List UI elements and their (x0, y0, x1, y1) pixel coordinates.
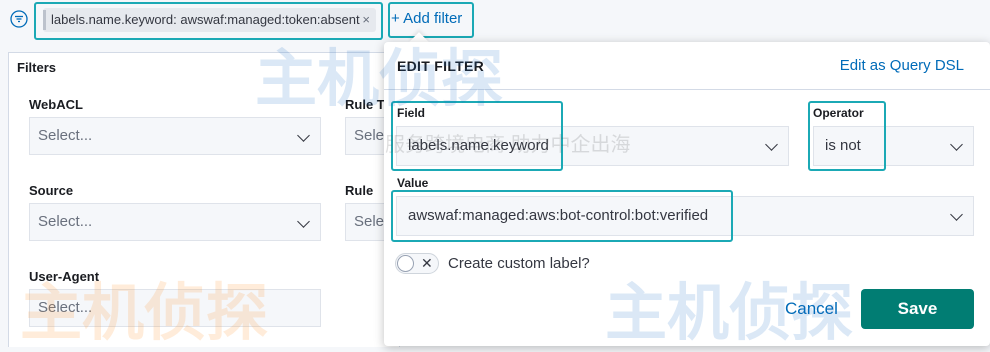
webacl-label: WebACL (29, 97, 83, 112)
webacl-select[interactable]: Select... (29, 117, 321, 155)
filter-bar: labels.name.keyword: awswaf:managed:toke… (0, 0, 990, 42)
filter-icon[interactable] (10, 10, 28, 28)
close-icon[interactable]: × (362, 8, 370, 32)
user-agent-select[interactable]: Select... (29, 289, 321, 327)
source-select[interactable]: Select... (29, 203, 321, 241)
user-agent-placeholder: Select... (38, 299, 93, 316)
cancel-button[interactable]: Cancel (785, 299, 838, 319)
rule-label: Rule (345, 183, 374, 198)
value-highlight (391, 190, 733, 242)
chevron-down-icon (297, 129, 310, 142)
filter-pill[interactable]: labels.name.keyword: awswaf:managed:toke… (43, 8, 376, 32)
chevron-down-icon (950, 208, 963, 221)
popover-title: EDIT FILTER (397, 58, 485, 74)
webacl-placeholder: Select... (38, 127, 93, 144)
value-label: Value (397, 176, 429, 190)
rule-placeholder: Sele (354, 213, 385, 230)
watermark-subtitle: 服务跨境电商 助力中企出海 (385, 134, 631, 156)
popover-header: EDIT FILTER Edit as Query DSL (384, 42, 990, 90)
filters-title: Filters (17, 60, 57, 75)
chevron-down-icon (950, 138, 963, 151)
save-button[interactable]: Save (861, 289, 974, 329)
edit-as-query-dsl-link[interactable]: Edit as Query DSL (840, 57, 964, 74)
filter-pill-label: labels.name.keyword: awswaf:managed:toke… (51, 12, 360, 27)
custom-label-toggle[interactable]: ✕ (395, 253, 439, 274)
user-agent-label: User-Agent (29, 269, 100, 284)
close-icon: ✕ (421, 255, 433, 271)
source-label: Source (29, 183, 74, 198)
toggle-knob (397, 255, 414, 272)
chevron-down-icon (765, 138, 778, 151)
chevron-down-icon (297, 215, 310, 228)
custom-label-text: Create custom label? (448, 255, 590, 272)
operator-highlight (808, 101, 886, 171)
filter-pill-bar (43, 10, 46, 30)
add-filter-button[interactable]: + Add filter (391, 10, 462, 27)
filters-panel: Filters WebACL Select... Rule Ty Sele So… (8, 52, 400, 347)
rule-type-placeholder: Sele (354, 127, 385, 144)
source-placeholder: Select... (38, 213, 93, 230)
